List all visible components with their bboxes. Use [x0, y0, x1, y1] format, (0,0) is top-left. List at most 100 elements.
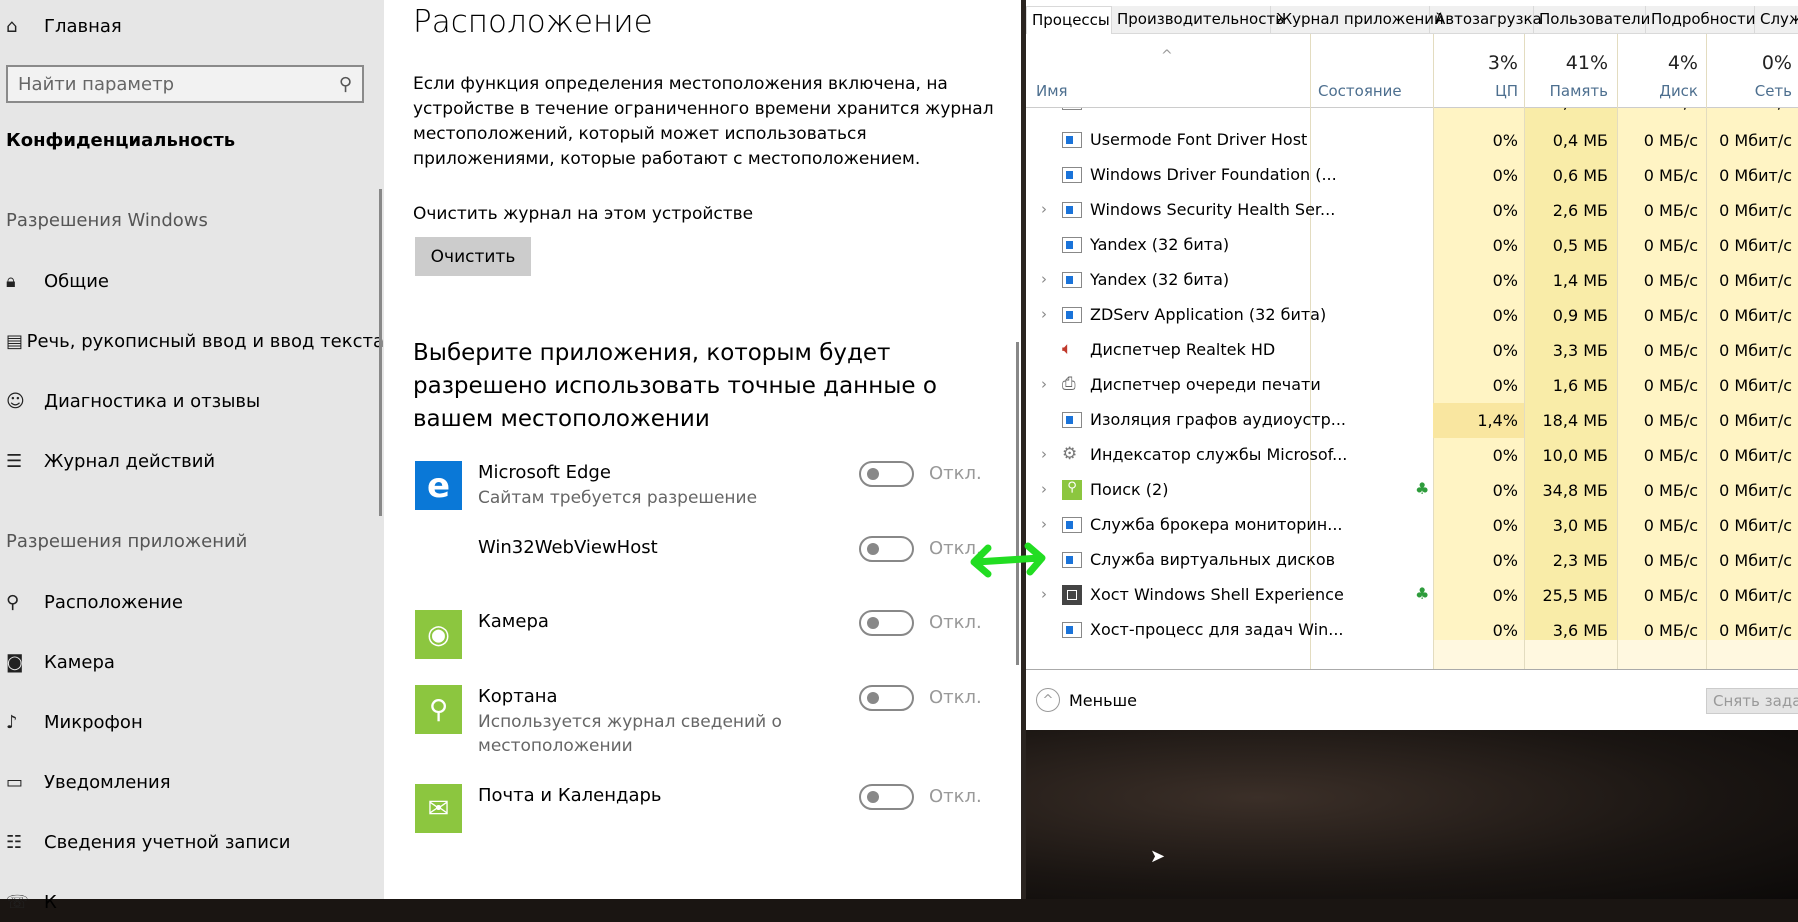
sort-ascending-icon: ^: [1161, 48, 1173, 64]
clear-history-label: Очистить журнал на этом устройстве: [413, 204, 754, 224]
location-toggle[interactable]: [859, 461, 914, 487]
group-app-permissions: Разрешения приложений: [6, 531, 248, 552]
sidebar-item[interactable]: ☏ К: [0, 882, 384, 922]
toggle-state: Откл.: [929, 612, 982, 633]
fewer-details-link[interactable]: Меньше: [1069, 691, 1137, 710]
expand-chevron-icon[interactable]: ›: [1041, 375, 1047, 393]
app-window-icon: [1062, 272, 1082, 288]
location-toggle[interactable]: [859, 536, 914, 562]
tab[interactable]: Служб: [1755, 6, 1798, 34]
process-row[interactable]: › ⚙ Индексатор службы Microsof... 0% 10,0 МБ…: [1026, 438, 1798, 473]
app-window-icon: [1062, 622, 1082, 638]
printer-icon: ⎙: [1062, 374, 1076, 394]
location-toggle[interactable]: [859, 610, 914, 636]
process-row[interactable]: Служба виртуальных дисков 0% 2,3 МБ 0 МБ/с 0…: [1026, 543, 1798, 578]
expand-chevron-icon[interactable]: ›: [1041, 515, 1047, 533]
process-row[interactable]: › ZDServ Application (32 бита) 0% 0,9 МБ 0 М…: [1026, 298, 1798, 333]
tab[interactable]: Пользователи: [1534, 6, 1650, 34]
process-row[interactable]: Usermode Font Driver Host 0% 0,4 МБ 0 МБ/с 0…: [1026, 123, 1798, 158]
search-input[interactable]: Найти параметр ⚲: [6, 65, 364, 103]
app-name: Win32WebViewHost: [478, 537, 658, 558]
search-icon: ⚲: [338, 73, 352, 95]
sidebar-item[interactable]: ▤ Речь, рукописный ввод и ввод текста: [0, 321, 384, 361]
clear-button[interactable]: Очистить: [415, 237, 531, 276]
expand-chevron-icon[interactable]: ›: [1041, 200, 1047, 218]
sidebar-item[interactable]: ◙ Камера: [0, 642, 384, 682]
process-row[interactable]: › Служба брокера мониторин... 0% 3,0 МБ 0 МБ…: [1026, 508, 1798, 543]
process-row[interactable]: Yandex (32 бита) 0% 0,5 МБ 0 МБ/с 0 Мбит/с: [1026, 228, 1798, 263]
app-window-icon: [1062, 202, 1082, 218]
location-toggle[interactable]: [859, 784, 914, 810]
sidebar-scrollbar[interactable]: [379, 189, 382, 516]
toggle-state: Откл.: [929, 687, 982, 708]
app-window-icon: [1062, 237, 1082, 253]
mouse-cursor-icon: ➤: [1150, 846, 1166, 867]
app-name: Почта и Календарь: [478, 785, 662, 806]
process-row[interactable]: 🔈︎ Диспетчер Realtek HD 0% 3,3 МБ 0 МБ/с 0 Мб…: [1026, 333, 1798, 368]
tab[interactable]: Журнал приложений: [1271, 6, 1444, 34]
process-list: Usermode Font Driver Host0%1,5 МБ0 МБ/с0…: [1026, 108, 1798, 669]
apps-heading: Выберите приложения, которым будет разреш…: [413, 340, 937, 432]
mem-total: 41%: [1565, 52, 1608, 74]
process-row[interactable]: › ⎙ Диспетчер очереди печати 0% 1,6 МБ 0 МБ/с…: [1026, 368, 1798, 403]
expand-chevron-icon[interactable]: ›: [1041, 445, 1047, 463]
expand-chevron-icon[interactable]: ›: [1041, 480, 1047, 498]
expand-chevron-icon[interactable]: ›: [1041, 305, 1047, 323]
mail-icon: ✉: [415, 784, 462, 833]
main-scrollbar[interactable]: [1016, 342, 1019, 665]
tab[interactable]: Процессы: [1026, 6, 1112, 34]
process-row[interactable]: › Хост Windows Shell Experience ♣ 0% 25,5 МБ…: [1026, 578, 1798, 613]
search-icon: ⚲: [1062, 480, 1082, 500]
toggle-state: Откл.: [929, 786, 982, 807]
app-window-icon: [1062, 412, 1082, 428]
column-memory[interactable]: Память: [1524, 82, 1608, 100]
process-row[interactable]: Изоляция графов аудиоустр... 1,4% 18,4 МБ 0…: [1026, 403, 1798, 438]
process-row[interactable]: › Windows Security Health Ser... 0% 2,6 МБ 0…: [1026, 193, 1798, 228]
process-row[interactable]: Windows Driver Foundation (... 0% 0,6 МБ 0 …: [1026, 158, 1798, 193]
sidebar-item[interactable]: ☷ Сведения учетной записи: [0, 822, 384, 862]
efficiency-leaf-icon: ♣: [1415, 479, 1430, 498]
sidebar-item[interactable]: ☰ Журнал действий: [0, 441, 384, 481]
column-status[interactable]: Состояние: [1318, 82, 1402, 100]
notification-icon: ▭: [6, 771, 24, 793]
expand-chevron-icon[interactable]: ›: [1041, 585, 1047, 603]
location-toggle[interactable]: [859, 685, 914, 711]
desktop-wallpaper: [1026, 730, 1798, 899]
process-row[interactable]: Хост-процесс для задач Win... 0% 3,6 МБ 0 М…: [1026, 613, 1798, 648]
app-window-icon: [1062, 307, 1082, 323]
column-network[interactable]: Сеть: [1706, 82, 1792, 100]
column-name[interactable]: Имя: [1036, 82, 1068, 100]
column-cpu[interactable]: ЦП: [1433, 82, 1518, 100]
process-row[interactable]: Usermode Font Driver Host0%1,5 МБ0 МБ/с0…: [1026, 108, 1798, 120]
process-row[interactable]: › ⚲ Поиск (2) ♣ 0% 34,8 МБ 0 МБ/с 0 Мбит/с: [1026, 473, 1798, 508]
collapse-icon[interactable]: ^: [1036, 688, 1060, 712]
annotation-double-arrow: [970, 542, 1046, 578]
sidebar-item[interactable]: ⚲ Расположение: [0, 582, 384, 622]
tab[interactable]: Подробности: [1646, 6, 1756, 34]
end-task-button[interactable]: Снять задачу: [1706, 688, 1798, 714]
sidebar-item[interactable]: 🔒︎ Общие: [0, 261, 384, 301]
page-title: Расположение: [413, 4, 653, 40]
expand-chevron-icon[interactable]: ›: [1041, 270, 1047, 288]
efficiency-leaf-icon: ♣: [1415, 584, 1430, 603]
description: Если функция определения местоположения …: [413, 74, 994, 169]
location-settings-page: Расположение Если функция определения ме…: [384, 0, 1021, 899]
section-title: Конфиденциальность: [6, 130, 236, 151]
contacts-icon: ☏: [6, 891, 29, 913]
app-name: Камера: [478, 611, 549, 632]
sidebar-item[interactable]: ☺ Диагностика и отзывы: [0, 381, 384, 421]
app-window-icon: [1062, 552, 1082, 568]
toggle-state: Откл.: [929, 463, 982, 484]
sidebar-item[interactable]: ♪ Микрофон: [0, 702, 384, 742]
process-row[interactable]: › Yandex (32 бита) 0% 1,4 МБ 0 МБ/с 0 Мбит/с: [1026, 263, 1798, 298]
camera-icon: ◙: [6, 651, 24, 673]
sidebar-item[interactable]: ▭ Уведомления: [0, 762, 384, 802]
app-name: Microsoft Edge: [478, 462, 611, 483]
shell-icon: [1062, 585, 1082, 605]
sidebar-home[interactable]: ⌂ Главная: [0, 6, 384, 46]
camera-app-icon: ◉: [415, 610, 462, 659]
tab[interactable]: Автозагрузка: [1430, 6, 1542, 34]
app-window-icon: [1062, 167, 1082, 183]
column-disk[interactable]: Диск: [1617, 82, 1698, 100]
tab[interactable]: Производительность: [1112, 6, 1284, 34]
